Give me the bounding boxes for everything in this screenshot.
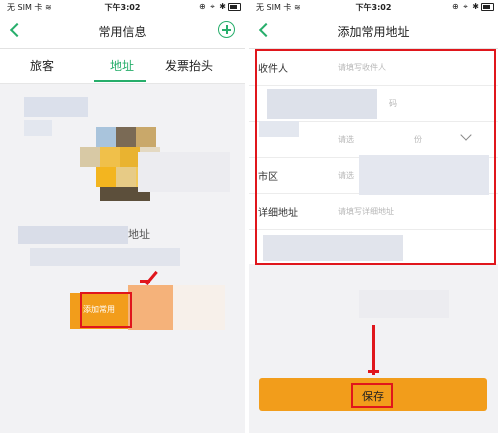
annotation-arrow-head <box>368 370 379 373</box>
blurred-area <box>173 285 225 330</box>
left-screen: 无 SIM 卡 ≋ 下午3:02 ⊕ ⌖ ✱ 常用信息 旅客 地址 发票抬头 地… <box>0 0 245 433</box>
battery-icon <box>481 3 494 11</box>
tab-travelers[interactable]: 旅客 <box>30 57 54 74</box>
status-bar: 无 SIM 卡 ≋ 下午3:02 ⊕ ⌖ ✱ <box>249 0 498 14</box>
nav-bar: 常用信息 <box>0 14 245 49</box>
page-title: 常用信息 <box>98 25 147 39</box>
blurred-area <box>24 97 88 117</box>
blurred-area <box>128 285 173 330</box>
right-screen: 无 SIM 卡 ≋ 下午3:02 ⊕ ⌖ ✱ 添加常用地址 收件人 请填写收件人… <box>249 0 498 433</box>
nav-bar: 添加常用地址 <box>249 14 498 49</box>
annotation-highlight <box>351 383 393 408</box>
blurred-area <box>24 120 52 136</box>
tab-active-indicator <box>94 80 146 82</box>
blurred-area <box>359 290 449 318</box>
annotation-highlight <box>255 49 496 265</box>
annotation-arrow <box>372 325 375 375</box>
tab-bar: 旅客 地址 发票抬头 <box>0 49 245 84</box>
battery-icon <box>228 3 241 11</box>
annotation-highlight <box>80 292 132 328</box>
status-bar: 无 SIM 卡 ≋ 下午3:02 ⊕ ⌖ ✱ <box>0 0 245 14</box>
system-icons: ⊕ ⌖ ✱ <box>452 2 480 11</box>
annotation-arrow-head <box>140 280 150 283</box>
tab-invoice[interactable]: 发票抬头 <box>165 57 213 74</box>
tab-address[interactable]: 地址 <box>110 57 134 74</box>
blurred-area <box>138 152 230 192</box>
system-icons: ⊕ ⌖ ✱ <box>199 2 227 11</box>
blurred-area <box>30 248 180 266</box>
empty-state-text: 地址 <box>128 228 150 241</box>
blurred-area <box>18 226 128 244</box>
page-title: 添加常用地址 <box>337 25 410 39</box>
add-circle-icon[interactable] <box>218 21 235 38</box>
